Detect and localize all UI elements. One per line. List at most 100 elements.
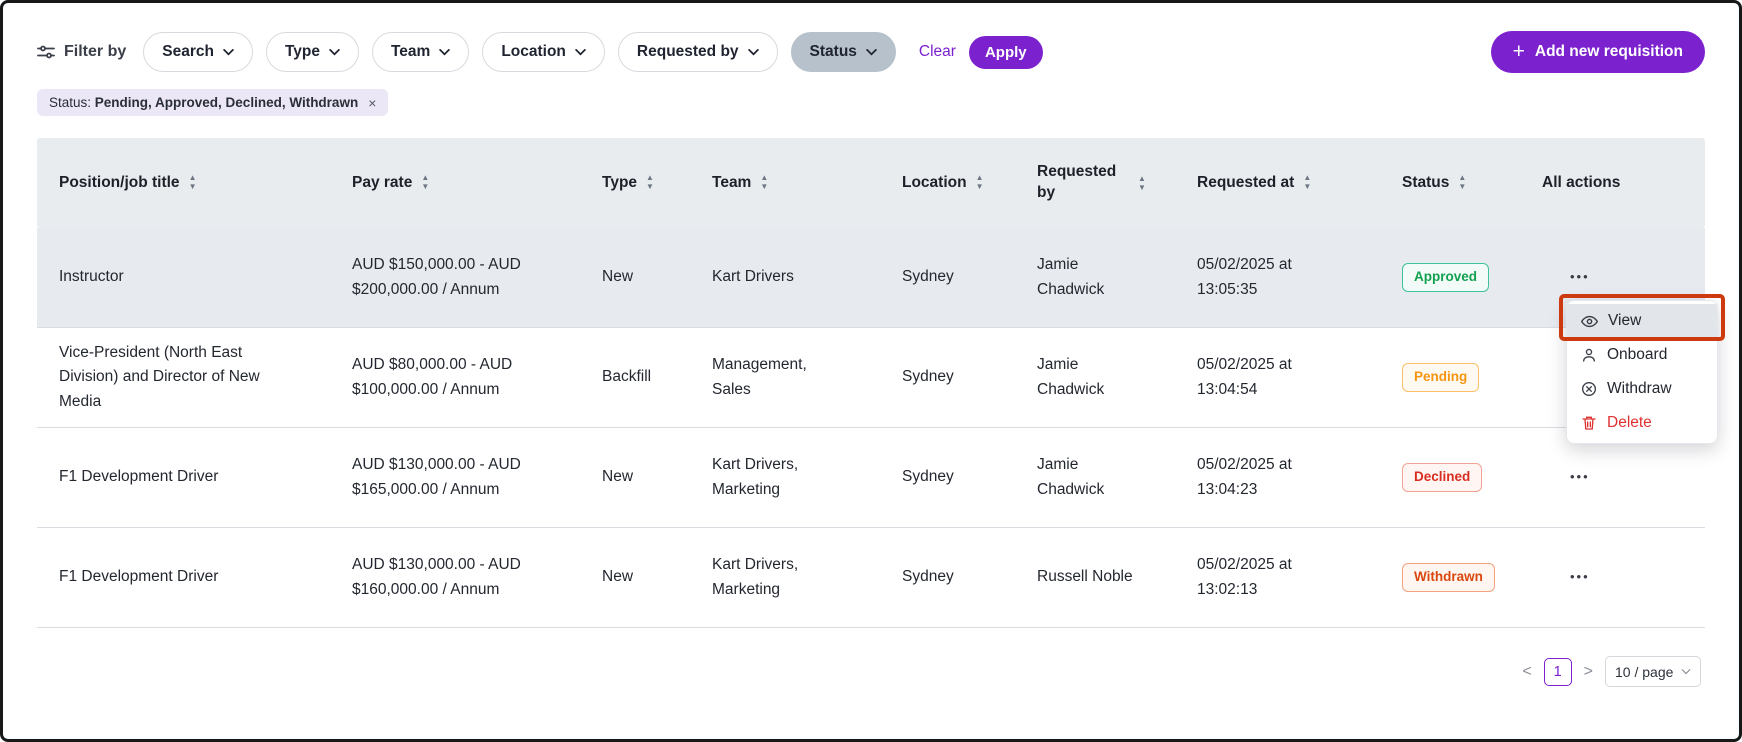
apply-filters-button[interactable]: Apply: [969, 36, 1043, 69]
table-row[interactable]: F1 Development Driver AUD $130,000.00 - …: [37, 428, 1705, 528]
cell-type: New: [602, 265, 712, 289]
current-page-button[interactable]: 1: [1544, 658, 1572, 686]
table-row[interactable]: Vice-President (North East Division) and…: [37, 328, 1705, 428]
filter-by-label: Filter by: [37, 43, 126, 61]
cell-requested-by: Jamie Chadwick: [1037, 453, 1197, 501]
column-header-type[interactable]: Type ▲▼: [602, 173, 712, 194]
menu-item-label: Delete: [1607, 414, 1652, 432]
status-filter-chip: Status: Pending, Approved, Declined, Wit…: [37, 89, 388, 116]
cell-team: Kart Drivers, Marketing: [712, 453, 902, 501]
column-label: Team: [712, 173, 751, 194]
filter-button-label: Team: [391, 43, 430, 61]
column-header-all-actions: All actions: [1542, 173, 1705, 194]
cell-location: Sydney: [902, 265, 1037, 289]
cell-requested-at: 05/02/2025 at 13:04:54: [1197, 353, 1402, 401]
cell-pay-rate: AUD $80,000.00 - AUD $100,000.00 / Annum: [352, 353, 602, 401]
filter-button-requested-by[interactable]: Requested by: [618, 32, 778, 72]
previous-page-button[interactable]: <: [1522, 663, 1531, 681]
menu-item-onboard[interactable]: Onboard: [1567, 338, 1717, 372]
trash-icon: [1581, 415, 1597, 431]
column-header-position[interactable]: Position/job title ▲▼: [37, 173, 352, 194]
table-row[interactable]: F1 Development Driver AUD $130,000.00 - …: [37, 528, 1705, 628]
sort-icon: ▲▼: [1458, 174, 1466, 191]
cell-actions: •••: [1542, 565, 1705, 589]
cell-pay-rate: AUD $130,000.00 - AUD $165,000.00 / Annu…: [352, 453, 602, 501]
status-badge: Declined: [1402, 463, 1482, 492]
table-row[interactable]: Instructor AUD $150,000.00 - AUD $200,00…: [37, 228, 1705, 328]
filter-button-search[interactable]: Search: [143, 32, 253, 72]
column-header-requested-at[interactable]: Requested at ▲▼: [1197, 173, 1402, 194]
cell-location: Sydney: [902, 565, 1037, 589]
menu-item-label: Onboard: [1607, 346, 1667, 364]
row-actions-menu: View Onboard Withdraw Delete: [1566, 300, 1718, 444]
cell-position: Vice-President (North East Division) and…: [37, 341, 352, 413]
filter-button-location[interactable]: Location: [482, 32, 605, 72]
cell-status: Withdrawn: [1402, 563, 1542, 592]
sort-icon: ▲▼: [1138, 175, 1146, 192]
filter-button-label: Requested by: [637, 43, 739, 61]
page-size-select[interactable]: 10 / page: [1605, 656, 1701, 687]
chevron-down-icon: [748, 49, 759, 56]
eye-icon: [1581, 313, 1598, 330]
cell-position: F1 Development Driver: [37, 565, 352, 589]
active-filters-row: Status: Pending, Approved, Declined, Wit…: [37, 89, 1705, 116]
cell-position: Instructor: [37, 265, 352, 289]
column-header-status[interactable]: Status ▲▼: [1402, 173, 1542, 194]
filter-button-team[interactable]: Team: [372, 32, 469, 72]
sort-icon: ▲▼: [421, 174, 429, 191]
column-header-pay-rate[interactable]: Pay rate ▲▼: [352, 173, 602, 194]
sort-icon: ▲▼: [760, 174, 768, 191]
status-badge: Pending: [1402, 363, 1479, 392]
menu-item-label: Withdraw: [1607, 380, 1672, 398]
sort-icon: ▲▼: [646, 174, 654, 191]
cell-type: New: [602, 465, 712, 489]
column-label: Pay rate: [352, 173, 412, 194]
next-page-button[interactable]: >: [1584, 663, 1593, 681]
circle-x-icon: [1581, 381, 1597, 397]
cell-status: Pending: [1402, 363, 1542, 392]
requisitions-page: Filter by Search Type Team Location Requ…: [0, 0, 1742, 742]
menu-item-label: View: [1608, 312, 1641, 330]
chip-text: Status: Pending, Approved, Declined, Wit…: [49, 95, 358, 110]
cell-position: F1 Development Driver: [37, 465, 352, 489]
cell-actions: •••: [1542, 465, 1705, 489]
plus-icon: +: [1513, 41, 1525, 62]
menu-item-withdraw[interactable]: Withdraw: [1567, 372, 1717, 406]
column-header-team[interactable]: Team ▲▼: [712, 173, 902, 194]
status-badge: Withdrawn: [1402, 563, 1495, 592]
cell-location: Sydney: [902, 365, 1037, 389]
cell-team: Kart Drivers, Marketing: [712, 553, 902, 601]
pagination: < 1 > 10 / page: [37, 656, 1705, 687]
cell-team: Management, Sales: [712, 353, 902, 401]
filter-button-label: Status: [810, 43, 857, 61]
filter-button-status[interactable]: Status: [791, 32, 896, 72]
row-actions-button[interactable]: •••: [1570, 469, 1590, 484]
clear-filters-link[interactable]: Clear: [919, 43, 956, 61]
chevron-down-icon: [575, 49, 586, 56]
close-icon[interactable]: ×: [368, 96, 376, 110]
person-icon: [1581, 347, 1597, 363]
page-size-value: 10 / page: [1615, 664, 1673, 680]
menu-item-view[interactable]: View: [1567, 304, 1717, 338]
column-header-requested-by[interactable]: Requested by ▲▼: [1037, 162, 1197, 204]
table-header-row: Position/job title ▲▼ Pay rate ▲▼ Type ▲…: [37, 138, 1705, 228]
add-new-requisition-button[interactable]: + Add new requisition: [1491, 31, 1705, 73]
menu-item-delete[interactable]: Delete: [1567, 406, 1717, 440]
column-label: Location: [902, 173, 967, 194]
sort-icon: ▲▼: [189, 174, 197, 191]
cell-actions: •••: [1542, 265, 1705, 289]
chevron-down-icon: [439, 49, 450, 56]
column-header-location[interactable]: Location ▲▼: [902, 173, 1037, 194]
cell-requested-by: Jamie Chadwick: [1037, 253, 1197, 301]
cell-pay-rate: AUD $130,000.00 - AUD $160,000.00 / Annu…: [352, 553, 602, 601]
cell-location: Sydney: [902, 465, 1037, 489]
column-label: Type: [602, 173, 637, 194]
row-actions-button[interactable]: •••: [1570, 269, 1590, 284]
row-actions-button[interactable]: •••: [1570, 569, 1590, 584]
cell-requested-by: Jamie Chadwick: [1037, 353, 1197, 401]
filter-button-type[interactable]: Type: [266, 32, 359, 72]
cell-requested-at: 05/02/2025 at 13:02:13: [1197, 553, 1402, 601]
cell-requested-at: 05/02/2025 at 13:05:35: [1197, 253, 1402, 301]
chip-label: Status:: [49, 95, 91, 110]
cell-pay-rate: AUD $150,000.00 - AUD $200,000.00 / Annu…: [352, 253, 602, 301]
